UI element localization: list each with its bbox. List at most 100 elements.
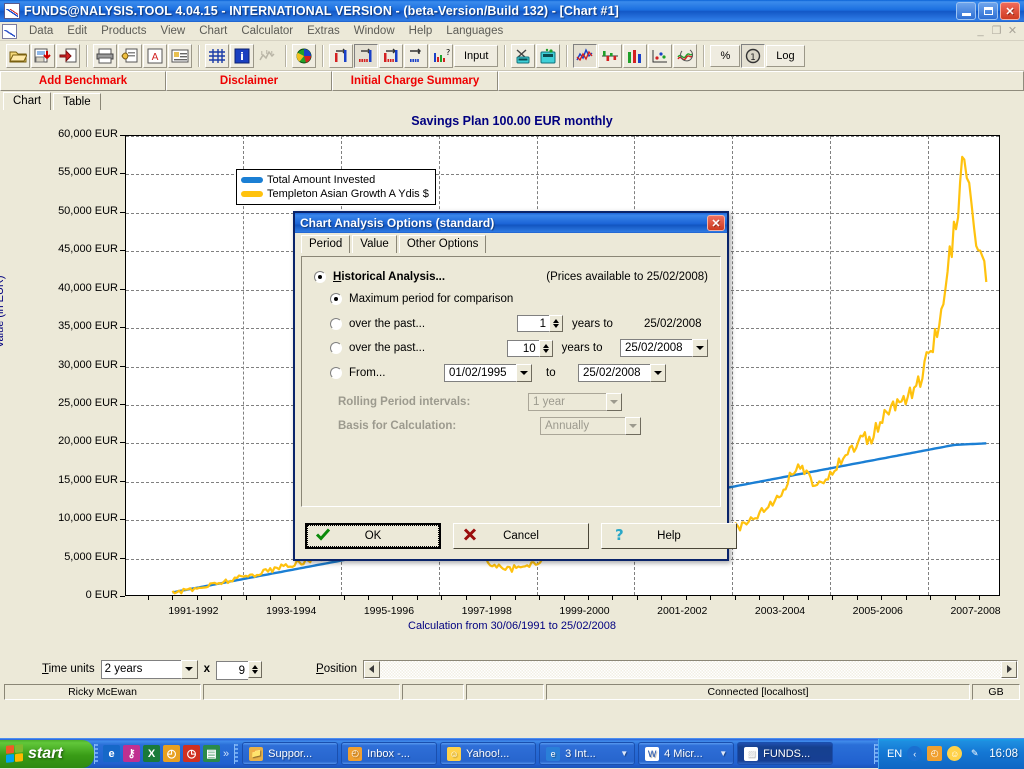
currency-icon[interactable]: 1 <box>741 43 766 68</box>
menu-item-languages[interactable]: Languages <box>439 23 510 39</box>
stats-icon[interactable] <box>255 44 279 68</box>
input-button[interactable]: Input <box>454 44 499 67</box>
percent-button[interactable]: % <box>710 44 741 67</box>
task-button-funds[interactable]: ▨ FUNDS... <box>737 742 834 765</box>
mdi-minimize-icon[interactable]: _ <box>974 25 987 38</box>
date-combo-from[interactable]: 01/02/1995 <box>444 364 532 382</box>
date-from-value[interactable]: 01/02/1995 <box>444 364 516 382</box>
scroll-left-icon[interactable] <box>363 660 380 678</box>
radio-historical-analysis[interactable] <box>314 271 326 283</box>
info-icon[interactable]: i <box>230 43 254 68</box>
dialog-tab-period[interactable]: Period <box>301 235 351 253</box>
task-button-inbox[interactable]: ◴ Inbox -... <box>341 742 438 765</box>
multiplier-input[interactable]: 9 <box>216 660 249 680</box>
scroll-track[interactable] <box>380 661 1001 678</box>
what-if-icon[interactable] <box>404 43 428 68</box>
task-button-yahoo[interactable]: ☺ Yahoo!... <box>440 742 537 765</box>
radio-over-past-1[interactable] <box>330 317 342 330</box>
time-units-value[interactable]: 2 years <box>100 659 181 679</box>
menu-item-view[interactable]: View <box>154 23 193 39</box>
excel-icon[interactable]: X <box>143 745 160 762</box>
quick-launch-overflow[interactable]: » <box>223 748 229 760</box>
years-spinner-1[interactable]: 1 <box>517 315 563 332</box>
add-benchmark-button[interactable]: Add Benchmark <box>0 71 166 91</box>
menu-item-window[interactable]: Window <box>347 23 402 39</box>
ok-button[interactable]: OK <box>305 523 441 549</box>
rolling-chart-icon[interactable] <box>673 43 698 68</box>
years-spinner-2[interactable]: 10 <box>506 339 553 357</box>
minimize-button[interactable] <box>956 2 976 20</box>
export-icon[interactable] <box>56 43 80 68</box>
clock-icon[interactable]: ◴ <box>163 745 180 762</box>
save-as-icon[interactable] <box>31 43 55 68</box>
hide-icons-icon[interactable]: ‹ <box>907 746 923 761</box>
years-input-2[interactable]: 10 <box>506 339 539 357</box>
chevron-down-icon[interactable] <box>650 364 666 382</box>
cancel-button[interactable]: Cancel <box>453 523 589 549</box>
alarm-icon[interactable]: ◷ <box>183 745 200 762</box>
internet-explorer-icon[interactable]: e <box>103 745 120 762</box>
position-scrollbar[interactable] <box>362 659 1018 679</box>
disclaimer-button[interactable]: Disclaimer <box>166 71 332 91</box>
clock-tray-icon[interactable]: ◴ <box>927 746 943 761</box>
bar-updown-icon[interactable] <box>598 43 623 68</box>
years-spinner-arrows-1[interactable] <box>549 315 563 332</box>
tray-language[interactable]: EN <box>887 748 902 760</box>
task-button-internet-group[interactable]: e 3 Int... ▼ <box>539 742 636 765</box>
menu-item-edit[interactable]: Edit <box>60 23 94 39</box>
restore-button[interactable] <box>978 2 998 20</box>
pie-chart-icon[interactable] <box>292 43 316 68</box>
chevron-down-icon[interactable]: ▼ <box>719 749 727 758</box>
print-icon[interactable] <box>93 43 117 68</box>
mdi-restore-icon[interactable]: ❐ <box>990 25 1003 38</box>
withdrawal-plan-icon[interactable] <box>379 43 403 68</box>
scatter-chart-icon[interactable] <box>648 43 673 68</box>
print-preview-icon[interactable] <box>118 43 142 68</box>
task-button-word-group[interactable]: W 4 Micr... ▼ <box>638 742 735 765</box>
pen-tray-icon[interactable]: ✎ <box>967 746 982 761</box>
start-value-icon[interactable] <box>329 43 353 68</box>
messenger-icon[interactable]: ☺ <box>947 746 963 761</box>
date-combo-to-2[interactable]: 25/02/2008 <box>578 364 666 382</box>
mdi-close-icon[interactable]: ✕ <box>1006 25 1019 38</box>
table-grid-icon[interactable] <box>205 43 229 68</box>
date-combo-value-1[interactable]: 25/02/2008 <box>620 339 692 357</box>
multiplier-spinner-arrows[interactable] <box>248 660 263 678</box>
help-button[interactable]: ? Help <box>601 523 737 549</box>
years-spinner-arrows-2[interactable] <box>538 339 553 357</box>
menu-item-products[interactable]: Products <box>94 23 153 39</box>
open-folder-icon[interactable] <box>6 43 30 68</box>
chevron-down-icon[interactable]: ▼ <box>620 749 628 758</box>
multiplier-spinner[interactable]: 9 <box>216 660 263 680</box>
start-button[interactable]: start <box>0 739 94 768</box>
tab-chart[interactable]: Chart <box>3 92 52 110</box>
line-chart-icon[interactable] <box>573 43 598 68</box>
time-units-combo[interactable]: 2 years <box>100 659 198 679</box>
scissors-calc-icon[interactable] <box>511 43 536 68</box>
tab-table[interactable]: Table <box>53 93 101 110</box>
rolling-question-icon[interactable]: ? <box>429 43 453 68</box>
dialog-tab-value[interactable]: Value <box>352 235 397 253</box>
calc-icon[interactable] <box>536 43 561 68</box>
chevron-down-icon[interactable] <box>180 659 198 679</box>
radio-from-date[interactable] <box>330 367 342 379</box>
column-chart-icon[interactable] <box>623 43 648 68</box>
savings-plan-icon[interactable] <box>354 43 378 68</box>
date-to-value[interactable]: 25/02/2008 <box>578 364 650 382</box>
radio-over-past-2[interactable] <box>330 342 342 354</box>
radio-maximum-period[interactable] <box>330 293 342 305</box>
close-button[interactable]: ✕ <box>1000 2 1020 20</box>
chevron-down-icon[interactable] <box>516 364 532 382</box>
report-icon[interactable] <box>168 43 192 68</box>
scroll-right-icon[interactable] <box>1001 660 1017 678</box>
menu-item-chart[interactable]: Chart <box>192 23 234 39</box>
menu-item-data[interactable]: Data <box>22 23 60 39</box>
menu-item-calculator[interactable]: Calculator <box>234 23 300 39</box>
pdf-export-icon[interactable]: A <box>143 43 167 68</box>
initial-charge-summary-button[interactable]: Initial Charge Summary <box>332 71 498 91</box>
menu-item-help[interactable]: Help <box>402 23 440 39</box>
menu-item-extras[interactable]: Extras <box>300 23 347 39</box>
chevron-down-icon[interactable] <box>692 339 708 357</box>
task-button-support[interactable]: 📁 Suppor... <box>242 742 339 765</box>
dialog-close-button[interactable]: ✕ <box>707 215 725 231</box>
